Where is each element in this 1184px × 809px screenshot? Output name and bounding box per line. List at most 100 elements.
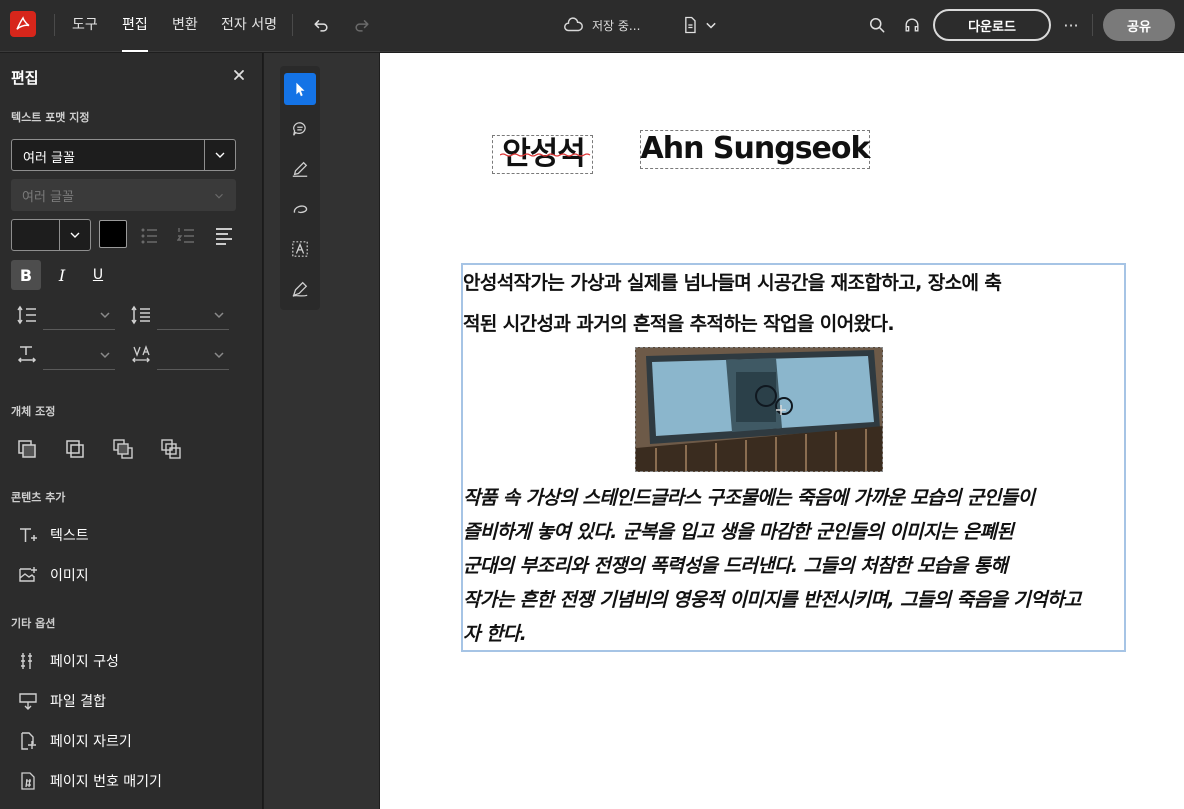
other-item-label: 파일 결합 [50,694,106,710]
organize-pages-button[interactable]: 페이지 구성 [18,648,119,674]
crop-pages-icon [21,732,36,750]
font-size-select[interactable] [11,219,91,251]
redo-icon[interactable] [350,13,374,37]
top-toolbar: 도구 편집 변환 전자 서명 저장 중... 다운로드 ··· 공유 [0,0,1184,52]
download-button[interactable]: 다운로드 [933,9,1051,41]
text-box-icon [292,241,308,257]
paragraph1-line[interactable]: 안성석작가는 가상과 실제를 넘나들며 시공간을 재조합하고, 장소에 축 [463,266,1002,300]
tool-rail [280,66,320,310]
other-item-label: 페이지 자르기 [50,734,132,750]
bulleted-list-icon[interactable] [140,227,160,245]
send-to-back-icon[interactable] [160,438,182,460]
font-style-value: 여러 글꼴 [22,190,74,205]
line-spacing-icon [17,305,36,325]
more-options-icon[interactable]: ··· [1059,13,1083,37]
add-text-label: 텍스트 [50,528,89,544]
paragraph2-line[interactable]: 자 한다. [463,617,527,651]
artwork-image[interactable] [635,347,883,472]
line-spacing-field[interactable] [43,329,115,330]
paragraph1-line[interactable]: 적된 시간성과 과거의 흔적을 추적하는 작업을 이어왔다. [463,307,895,341]
comment-icon [293,122,306,136]
chevron-down-icon[interactable] [99,349,111,361]
character-spacing-field[interactable] [157,369,229,370]
chevron-down-icon[interactable] [59,220,90,250]
acrobat-logo-icon [16,16,30,30]
paragraph-spacing-icon [131,305,150,325]
chevron-down-icon [215,193,223,199]
cloud-sync-icon [564,17,583,32]
chevron-down-icon[interactable] [213,349,225,361]
paragraph2-line[interactable]: 즐비하게 놓여 있다. 군복을 입고 생을 마감한 군인들의 이미지는 은폐된 [463,515,1014,549]
font-color-swatch[interactable] [99,220,127,248]
divider [1092,14,1093,36]
other-item-label: 페이지 번호 매기기 [50,774,162,790]
highlight-tool[interactable] [284,153,316,185]
sign-tool[interactable] [284,273,316,305]
other-item-label: 페이지 구성 [50,654,119,670]
paragraph2-line[interactable]: 군대의 부조리와 전쟁의 폭력성을 드러낸다. 그들의 처참한 모습을 통해 [463,549,1008,583]
search-icon[interactable] [865,13,889,37]
add-text-button[interactable]: 텍스트 [18,522,89,548]
bold-button[interactable]: B [11,260,41,290]
close-icon[interactable] [231,67,247,83]
bring-forward-icon[interactable] [16,438,38,460]
horizontal-scale-icon [17,346,37,363]
paragraph-spacing-field[interactable] [157,329,229,330]
text-box-tool[interactable] [284,233,316,265]
edit-panel: 편집 텍스트 포맷 지정 여러 글꼴 여러 글꼴 B I U 개체 조정 콘텐츠… [0,53,263,809]
chevron-down-icon[interactable] [700,13,722,37]
divider [54,14,55,36]
number-pages-icon [21,772,35,790]
panel-title: 편집 [11,69,39,87]
character-spacing-icon [132,345,150,363]
tab-convert[interactable]: 변환 [172,0,198,52]
align-left-icon[interactable] [215,227,235,245]
cursor-icon [296,82,305,97]
add-image-icon [19,567,37,582]
horizontal-scale-field[interactable] [43,369,115,370]
other-options-label: 기타 옵션 [11,617,56,630]
paragraph2-line[interactable]: 작가는 흔한 전쟁 기념비의 영웅적 이미지를 반전시키며, 그들의 죽음을 기… [463,583,1081,617]
combine-files-icon [19,693,37,710]
object-adjust-label: 개체 조정 [11,405,56,418]
tab-edit[interactable]: 편집 [122,0,148,52]
content-add-label: 콘텐츠 추가 [11,491,66,504]
save-status: 저장 중... [562,12,640,38]
undo-icon[interactable] [309,13,333,37]
underline-button[interactable]: U [83,260,113,290]
font-family-select[interactable]: 여러 글꼴 [11,139,236,171]
artwork-photo [636,348,882,471]
chevron-down-icon[interactable] [213,309,225,321]
freehand-icon [293,205,308,214]
comment-tool[interactable] [284,113,316,145]
number-pages-button[interactable]: 페이지 번호 매기기 [18,768,162,794]
document-page: 안성석 Ahn Sungseok 안성석작가는 가상과 실제를 넘나들며 시공간… [380,53,1184,809]
bring-to-front-icon[interactable] [112,438,134,460]
send-backward-icon[interactable] [64,438,86,460]
tab-esign[interactable]: 전자 서명 [221,0,277,52]
paragraph2-line[interactable]: 작품 속 가상의 스테인드글라스 구조물에는 죽음에 가까운 모습의 군인들이 [463,481,1035,515]
numbered-list-icon[interactable] [177,227,197,245]
crop-pages-button[interactable]: 페이지 자르기 [18,728,132,754]
text-format-label: 텍스트 포맷 지정 [11,111,90,124]
font-family-value: 여러 글꼴 [23,151,75,166]
draw-tool[interactable] [284,193,316,225]
divider [292,14,293,36]
acrobat-logo[interactable] [10,11,36,37]
chevron-down-icon[interactable] [99,309,111,321]
spellcheck-underline [500,153,591,157]
share-button[interactable]: 공유 [1103,9,1175,41]
organize-pages-icon [21,653,32,669]
tab-tools[interactable]: 도구 [72,0,98,52]
add-image-button[interactable]: 이미지 [18,562,89,588]
headset-help-icon[interactable] [900,13,924,37]
document-properties-icon[interactable] [678,13,702,37]
font-style-select[interactable]: 여러 글꼴 [11,179,236,211]
select-tool[interactable] [284,73,316,105]
combine-files-button[interactable]: 파일 결합 [18,688,106,714]
pen-icon [292,161,308,177]
title-english[interactable]: Ahn Sungseok [640,130,871,169]
italic-button[interactable]: I [47,260,77,290]
chevron-down-icon[interactable] [204,140,235,170]
signature-pen-icon [292,281,308,297]
